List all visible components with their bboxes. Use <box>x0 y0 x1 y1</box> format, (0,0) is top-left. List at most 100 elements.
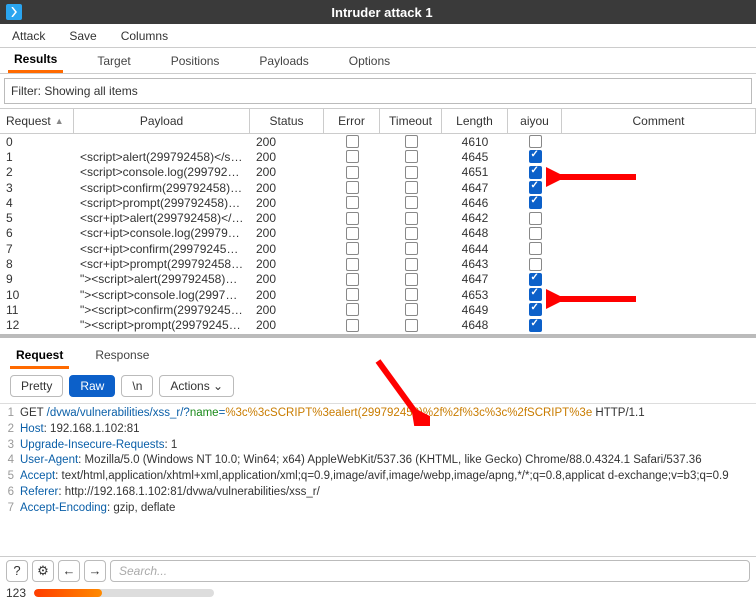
cell-status: 200 <box>250 211 324 225</box>
menu-columns[interactable]: Columns <box>117 27 172 45</box>
checkbox-icon[interactable] <box>405 166 418 179</box>
tab-options[interactable]: Options <box>343 50 396 72</box>
checkbox-icon[interactable] <box>405 288 418 301</box>
help-icon[interactable]: ? <box>6 560 28 582</box>
checkbox-icon[interactable] <box>346 150 359 163</box>
checkbox-icon[interactable] <box>346 242 359 255</box>
table-row[interactable]: 2<script>console.log(29979245...2004651 <box>0 165 756 180</box>
cell-error <box>324 273 380 286</box>
checkbox-icon[interactable] <box>529 303 542 316</box>
col-status[interactable]: Status <box>250 109 324 133</box>
table-row[interactable]: 5<scr+ipt>alert(299792458)</sc...2004642 <box>0 210 756 225</box>
table-row[interactable]: 9"><script>alert(299792458)</s...2004647 <box>0 272 756 287</box>
menu-save[interactable]: Save <box>65 27 100 45</box>
checkbox-icon[interactable] <box>405 258 418 271</box>
checkbox-icon[interactable] <box>346 319 359 332</box>
table-row[interactable]: 3<script>confirm(299792458)</s...2004647 <box>0 180 756 195</box>
checkbox-icon[interactable] <box>529 288 542 301</box>
checkbox-icon[interactable] <box>405 135 418 148</box>
cell-length: 4610 <box>442 135 508 149</box>
gear-icon[interactable]: ⚙ <box>32 560 54 582</box>
checkbox-icon[interactable] <box>346 258 359 271</box>
filter-input[interactable]: Filter: Showing all items <box>4 78 752 104</box>
checkbox-icon[interactable] <box>346 303 359 316</box>
table-row[interactable]: 4<script>prompt(299792458)</s...2004646 <box>0 195 756 210</box>
checkbox-icon[interactable] <box>529 135 542 148</box>
checkbox-icon[interactable] <box>346 212 359 225</box>
checkbox-icon[interactable] <box>529 212 542 225</box>
arrow-left-icon[interactable]: ← <box>58 560 80 582</box>
col-length[interactable]: Length <box>442 109 508 133</box>
checkbox-icon[interactable] <box>405 242 418 255</box>
cell-timeout <box>380 196 442 209</box>
checkbox-icon[interactable] <box>529 150 542 163</box>
checkbox-icon[interactable] <box>405 196 418 209</box>
checkbox-icon[interactable] <box>346 273 359 286</box>
table-row[interactable]: 02004610 <box>0 134 756 149</box>
col-aiyou[interactable]: aiyou <box>508 109 562 133</box>
checkbox-icon[interactable] <box>346 181 359 194</box>
tab-payloads[interactable]: Payloads <box>253 50 314 72</box>
checkbox-icon[interactable] <box>346 166 359 179</box>
cell-aiyou <box>508 150 562 163</box>
table-row[interactable]: 12"><script>prompt(299792458)...2004648 <box>0 318 756 333</box>
checkbox-icon[interactable] <box>346 227 359 240</box>
newline-button[interactable]: \n <box>121 375 153 397</box>
table-row[interactable]: 7<scr+ipt>confirm(299792458)<...2004644 <box>0 241 756 256</box>
checkbox-icon[interactable] <box>529 166 542 179</box>
request-body[interactable]: 1GET /dvwa/vulnerabilities/xss_r/?name=%… <box>0 404 756 523</box>
cell-length: 4644 <box>442 242 508 256</box>
search-input[interactable]: Search... <box>110 560 750 582</box>
cell-timeout <box>380 150 442 163</box>
checkbox-icon[interactable] <box>529 319 542 332</box>
checkbox-icon[interactable] <box>529 273 542 286</box>
checkbox-icon[interactable] <box>405 212 418 225</box>
checkbox-icon[interactable] <box>405 273 418 286</box>
col-payload[interactable]: Payload <box>74 109 250 133</box>
checkbox-icon[interactable] <box>405 181 418 194</box>
checkbox-icon[interactable] <box>529 258 542 271</box>
checkbox-icon[interactable] <box>529 242 542 255</box>
checkbox-icon[interactable] <box>529 227 542 240</box>
cell-aiyou <box>508 258 562 271</box>
cell-aiyou <box>508 288 562 301</box>
checkbox-icon[interactable] <box>405 227 418 240</box>
table-row[interactable]: 1<script>alert(299792458)</scri...200464… <box>0 149 756 164</box>
cell-length: 4643 <box>442 257 508 271</box>
raw-button[interactable]: Raw <box>69 375 115 397</box>
table-row[interactable]: 8<scr+ipt>prompt(299792458)</...2004643 <box>0 256 756 271</box>
pane-tab-response[interactable]: Response <box>89 344 155 369</box>
actions-dropdown[interactable]: Actions ⌄ <box>159 375 234 397</box>
col-timeout[interactable]: Timeout <box>380 109 442 133</box>
tab-results[interactable]: Results <box>8 48 63 73</box>
checkbox-icon[interactable] <box>405 303 418 316</box>
tab-positions[interactable]: Positions <box>165 50 226 72</box>
table-row[interactable]: 6<scr+ipt>console.log(2997924...2004648 <box>0 226 756 241</box>
code-line: 1GET /dvwa/vulnerabilities/xss_r/?name=%… <box>0 406 756 422</box>
checkbox-icon[interactable] <box>346 196 359 209</box>
cell-length: 4649 <box>442 334 508 335</box>
col-error[interactable]: Error <box>324 109 380 133</box>
table-row[interactable]: 10"><script>console.log(299792...2004653 <box>0 287 756 302</box>
checkbox-icon[interactable] <box>529 181 542 194</box>
checkbox-icon[interactable] <box>346 288 359 301</box>
cell-timeout <box>380 273 442 286</box>
cell-timeout <box>380 227 442 240</box>
main-tabs: Results Target Positions Payloads Option… <box>0 48 756 74</box>
cell-error <box>324 258 380 271</box>
checkbox-icon[interactable] <box>405 319 418 332</box>
pane-tab-request[interactable]: Request <box>10 344 69 369</box>
col-comment[interactable]: Comment <box>562 109 756 133</box>
table-row[interactable]: 11"><script>confirm(299792458)...2004649 <box>0 302 756 317</box>
tab-target[interactable]: Target <box>91 50 136 72</box>
cell-status: 200 <box>250 334 324 335</box>
checkbox-icon[interactable] <box>529 196 542 209</box>
checkbox-icon[interactable] <box>346 135 359 148</box>
cell-request: 13 <box>0 334 74 335</box>
pretty-button[interactable]: Pretty <box>10 375 63 397</box>
menu-attack[interactable]: Attack <box>8 27 49 45</box>
col-request[interactable]: Request▲ <box>0 109 74 133</box>
arrow-right-icon[interactable]: → <box>84 560 106 582</box>
table-row[interactable]: 13"><script>alert(299792458)</s...200464… <box>0 333 756 334</box>
checkbox-icon[interactable] <box>405 150 418 163</box>
